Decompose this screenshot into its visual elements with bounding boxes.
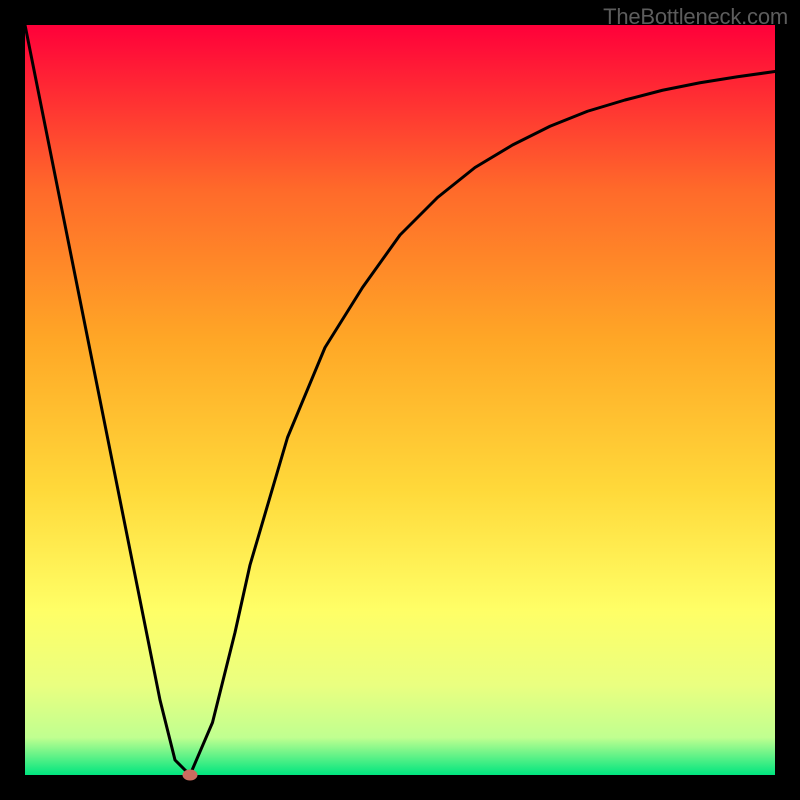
watermark-text: TheBottleneck.com (603, 4, 788, 30)
chart-outer-frame: TheBottleneck.com (0, 0, 800, 800)
bottleneck-curve (25, 25, 775, 775)
optimal-point-marker (183, 770, 198, 781)
curve-layer (25, 25, 775, 775)
plot-area (25, 25, 775, 775)
